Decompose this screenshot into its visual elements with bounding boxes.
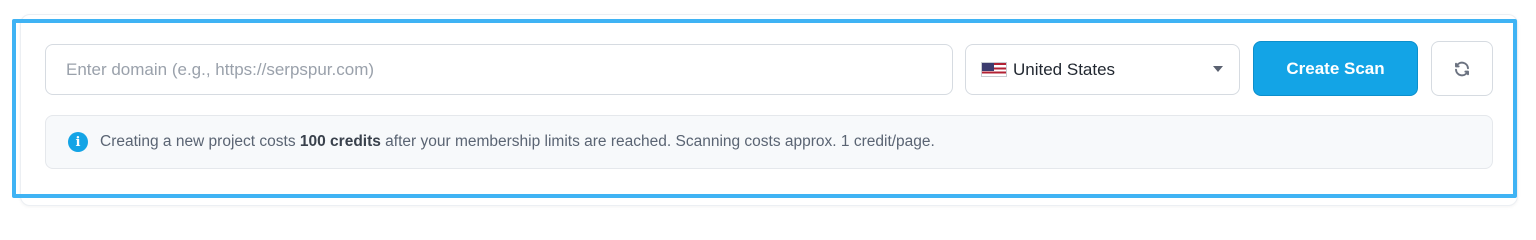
create-scan-button[interactable]: Create Scan xyxy=(1253,41,1418,96)
chevron-down-icon xyxy=(1213,66,1223,72)
refresh-icon xyxy=(1455,61,1469,76)
country-select[interactable]: United States xyxy=(965,44,1240,95)
country-select-value: United States xyxy=(1013,59,1116,79)
notice-text: Creating a new project costs 100 credits… xyxy=(100,133,935,150)
credits-amount: 100 credits xyxy=(299,133,381,150)
us-flag-icon xyxy=(981,62,1007,77)
credits-notice: i Creating a new project costs 100 credi… xyxy=(45,115,1493,169)
info-icon: i xyxy=(68,132,88,152)
domain-input[interactable] xyxy=(45,44,953,95)
refresh-button[interactable] xyxy=(1431,41,1493,96)
